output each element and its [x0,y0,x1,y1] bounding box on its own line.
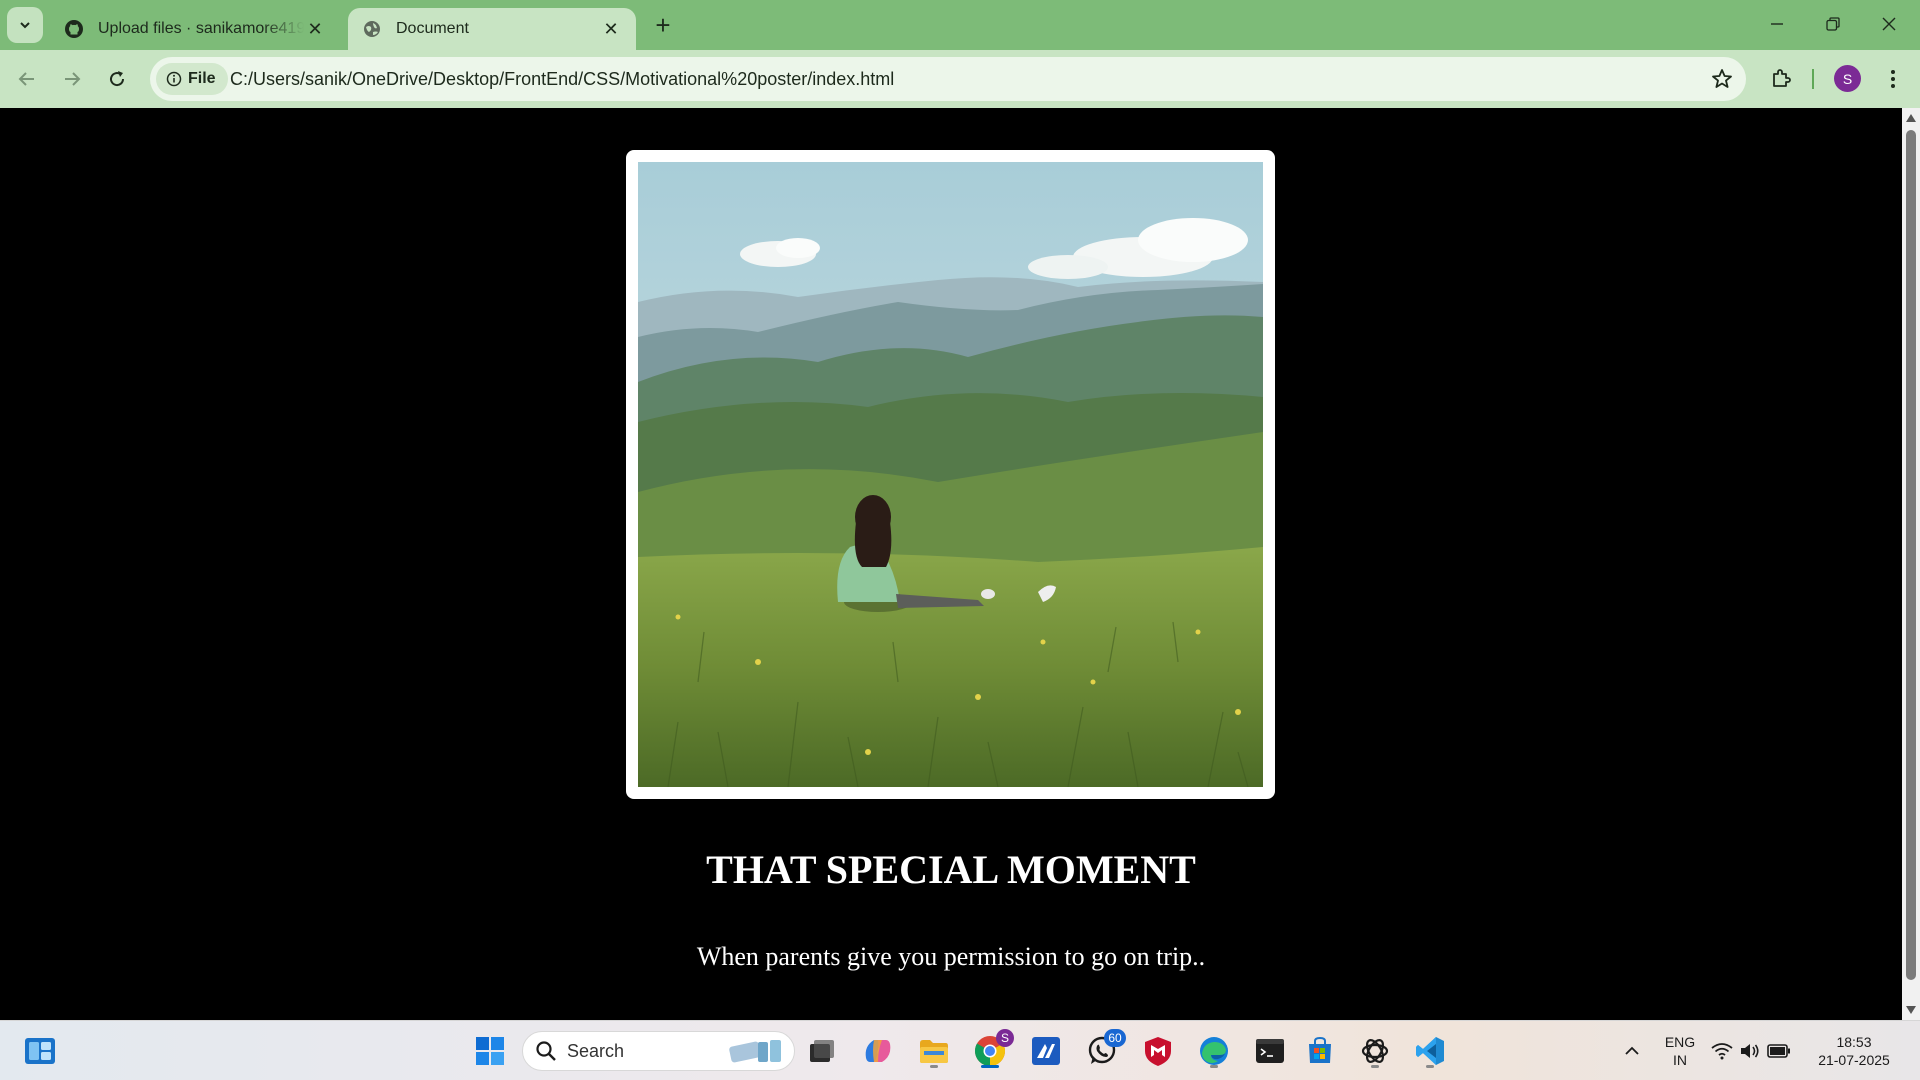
vscode-button[interactable] [1410,1031,1450,1071]
running-indicator [930,1065,938,1068]
region-code: IN [1673,1052,1687,1068]
reload-button[interactable] [100,62,134,96]
toolbar-separator [1812,69,1814,89]
clock[interactable]: 18:53 21-07-2025 [1812,1033,1896,1069]
info-icon [166,71,182,87]
file-explorer-button[interactable] [914,1031,954,1071]
minimize-button[interactable] [1754,6,1800,42]
taskbar-search[interactable]: Search [522,1031,795,1071]
running-indicator [981,1065,999,1068]
profile-avatar[interactable]: S [1834,65,1861,92]
close-icon [1882,17,1896,31]
chevron-down-icon [20,22,30,29]
widgets-button[interactable] [20,1031,60,1071]
minimize-icon [1771,23,1783,25]
new-tab-button[interactable]: + [648,10,678,40]
tab-document[interactable]: Document ✕ [348,8,636,50]
copilot-button[interactable] [858,1031,898,1071]
quick-settings-button[interactable] [1708,1031,1794,1071]
terminal-button[interactable] [1250,1031,1290,1071]
start-button[interactable] [470,1031,510,1071]
language-code: ENG [1664,1034,1696,1050]
vertical-scrollbar[interactable] [1902,108,1920,1020]
widgets-icon [25,1038,55,1064]
clock-time: 18:53 [1836,1034,1872,1050]
tab-strip: Upload files · sanikamore419/sa ✕ Docume… [0,0,1920,50]
search-placeholder: Search [567,1040,625,1061]
tab-title: Upload files · sanikamore419/sa [98,20,304,37]
running-indicator [1371,1065,1379,1068]
close-icon[interactable]: ✕ [600,18,622,40]
forward-button[interactable] [55,62,89,96]
restore-button[interactable] [1810,6,1856,42]
task-view-button[interactable] [802,1031,842,1071]
microsoft-store-button[interactable] [1300,1031,1340,1071]
browser-toolbar: File C:/Users/sanik/OneDrive/Desktop/Fro… [0,50,1920,108]
poster-headline: THAT SPECIAL MOMENT [706,847,1196,892]
language-indicator[interactable]: ENG IN [1660,1033,1700,1069]
folder-icon [920,1040,948,1063]
tab-title: Document [396,20,469,37]
scroll-down-icon[interactable] [1906,1006,1916,1014]
bookmark-star-icon[interactable] [1710,67,1734,91]
edge-icon [1200,1037,1228,1065]
puzzle-icon [1773,69,1791,87]
scroll-up-icon[interactable] [1906,114,1916,122]
poster-frame [626,150,1275,799]
poster-photo [638,162,1263,787]
mcafee-button[interactable] [1138,1031,1178,1071]
page-viewport: THAT SPECIAL MOMENT When parents give yo… [0,108,1902,1020]
tab-upload-files[interactable]: Upload files · sanikamore419/sa ✕ [50,8,340,50]
copilot-icon [865,1040,891,1062]
landscape-photo [638,162,1263,787]
more-vertical-icon [1891,70,1895,88]
edge-button[interactable] [1194,1031,1234,1071]
search-icon [536,1041,556,1061]
windows-logo-icon [476,1037,504,1065]
app-button[interactable] [1026,1031,1066,1071]
running-indicator [1210,1065,1218,1068]
menu-button[interactable] [1876,62,1910,96]
arrow-right-icon [65,72,81,86]
url-text: C:/Users/sanik/OneDrive/Desktop/FrontEnd… [230,69,895,89]
close-window-button[interactable] [1866,6,1912,42]
shield-icon [1145,1037,1171,1066]
scroll-thumb[interactable] [1906,130,1916,980]
github-icon [64,19,84,39]
chevron-up-icon [1625,1046,1639,1055]
site-info-chip[interactable]: File [156,63,228,95]
windows-taskbar: Search S 60 ENG IN 18:53 21-07-2025 [0,1020,1920,1080]
wifi-icon [1711,1043,1733,1060]
reload-icon [110,71,125,87]
running-indicator [1426,1065,1434,1068]
extensions-button[interactable] [1764,62,1798,96]
chrome-profile-badge: S [996,1029,1014,1047]
store-icon [1309,1036,1331,1063]
search-highlight-icon [729,1040,781,1063]
chrome-button[interactable]: S [970,1029,1014,1071]
whatsapp-button[interactable]: 60 [1082,1029,1126,1071]
arrow-left-icon [18,72,34,86]
back-button[interactable] [10,62,44,96]
clock-date: 21-07-2025 [1818,1052,1890,1068]
show-hidden-icons-button[interactable] [1612,1031,1652,1071]
restore-icon [1826,17,1840,31]
tab-search-button[interactable] [7,7,43,43]
volume-icon [1741,1044,1759,1058]
app-icon [1032,1037,1060,1065]
poster-caption: When parents give you permission to go o… [696,942,1206,971]
chatgpt-icon [1361,1039,1389,1063]
notification-badge: 60 [1104,1029,1126,1047]
site-info-label: File [188,70,216,87]
close-icon[interactable]: ✕ [304,18,326,40]
address-bar[interactable]: File C:/Users/sanik/OneDrive/Desktop/Fro… [150,57,1746,101]
vscode-icon [1416,1037,1444,1065]
task-view-icon [810,1040,834,1062]
battery-icon [1767,1044,1790,1058]
terminal-icon [1256,1039,1284,1063]
globe-icon [362,19,382,39]
chatgpt-button[interactable] [1355,1031,1395,1071]
